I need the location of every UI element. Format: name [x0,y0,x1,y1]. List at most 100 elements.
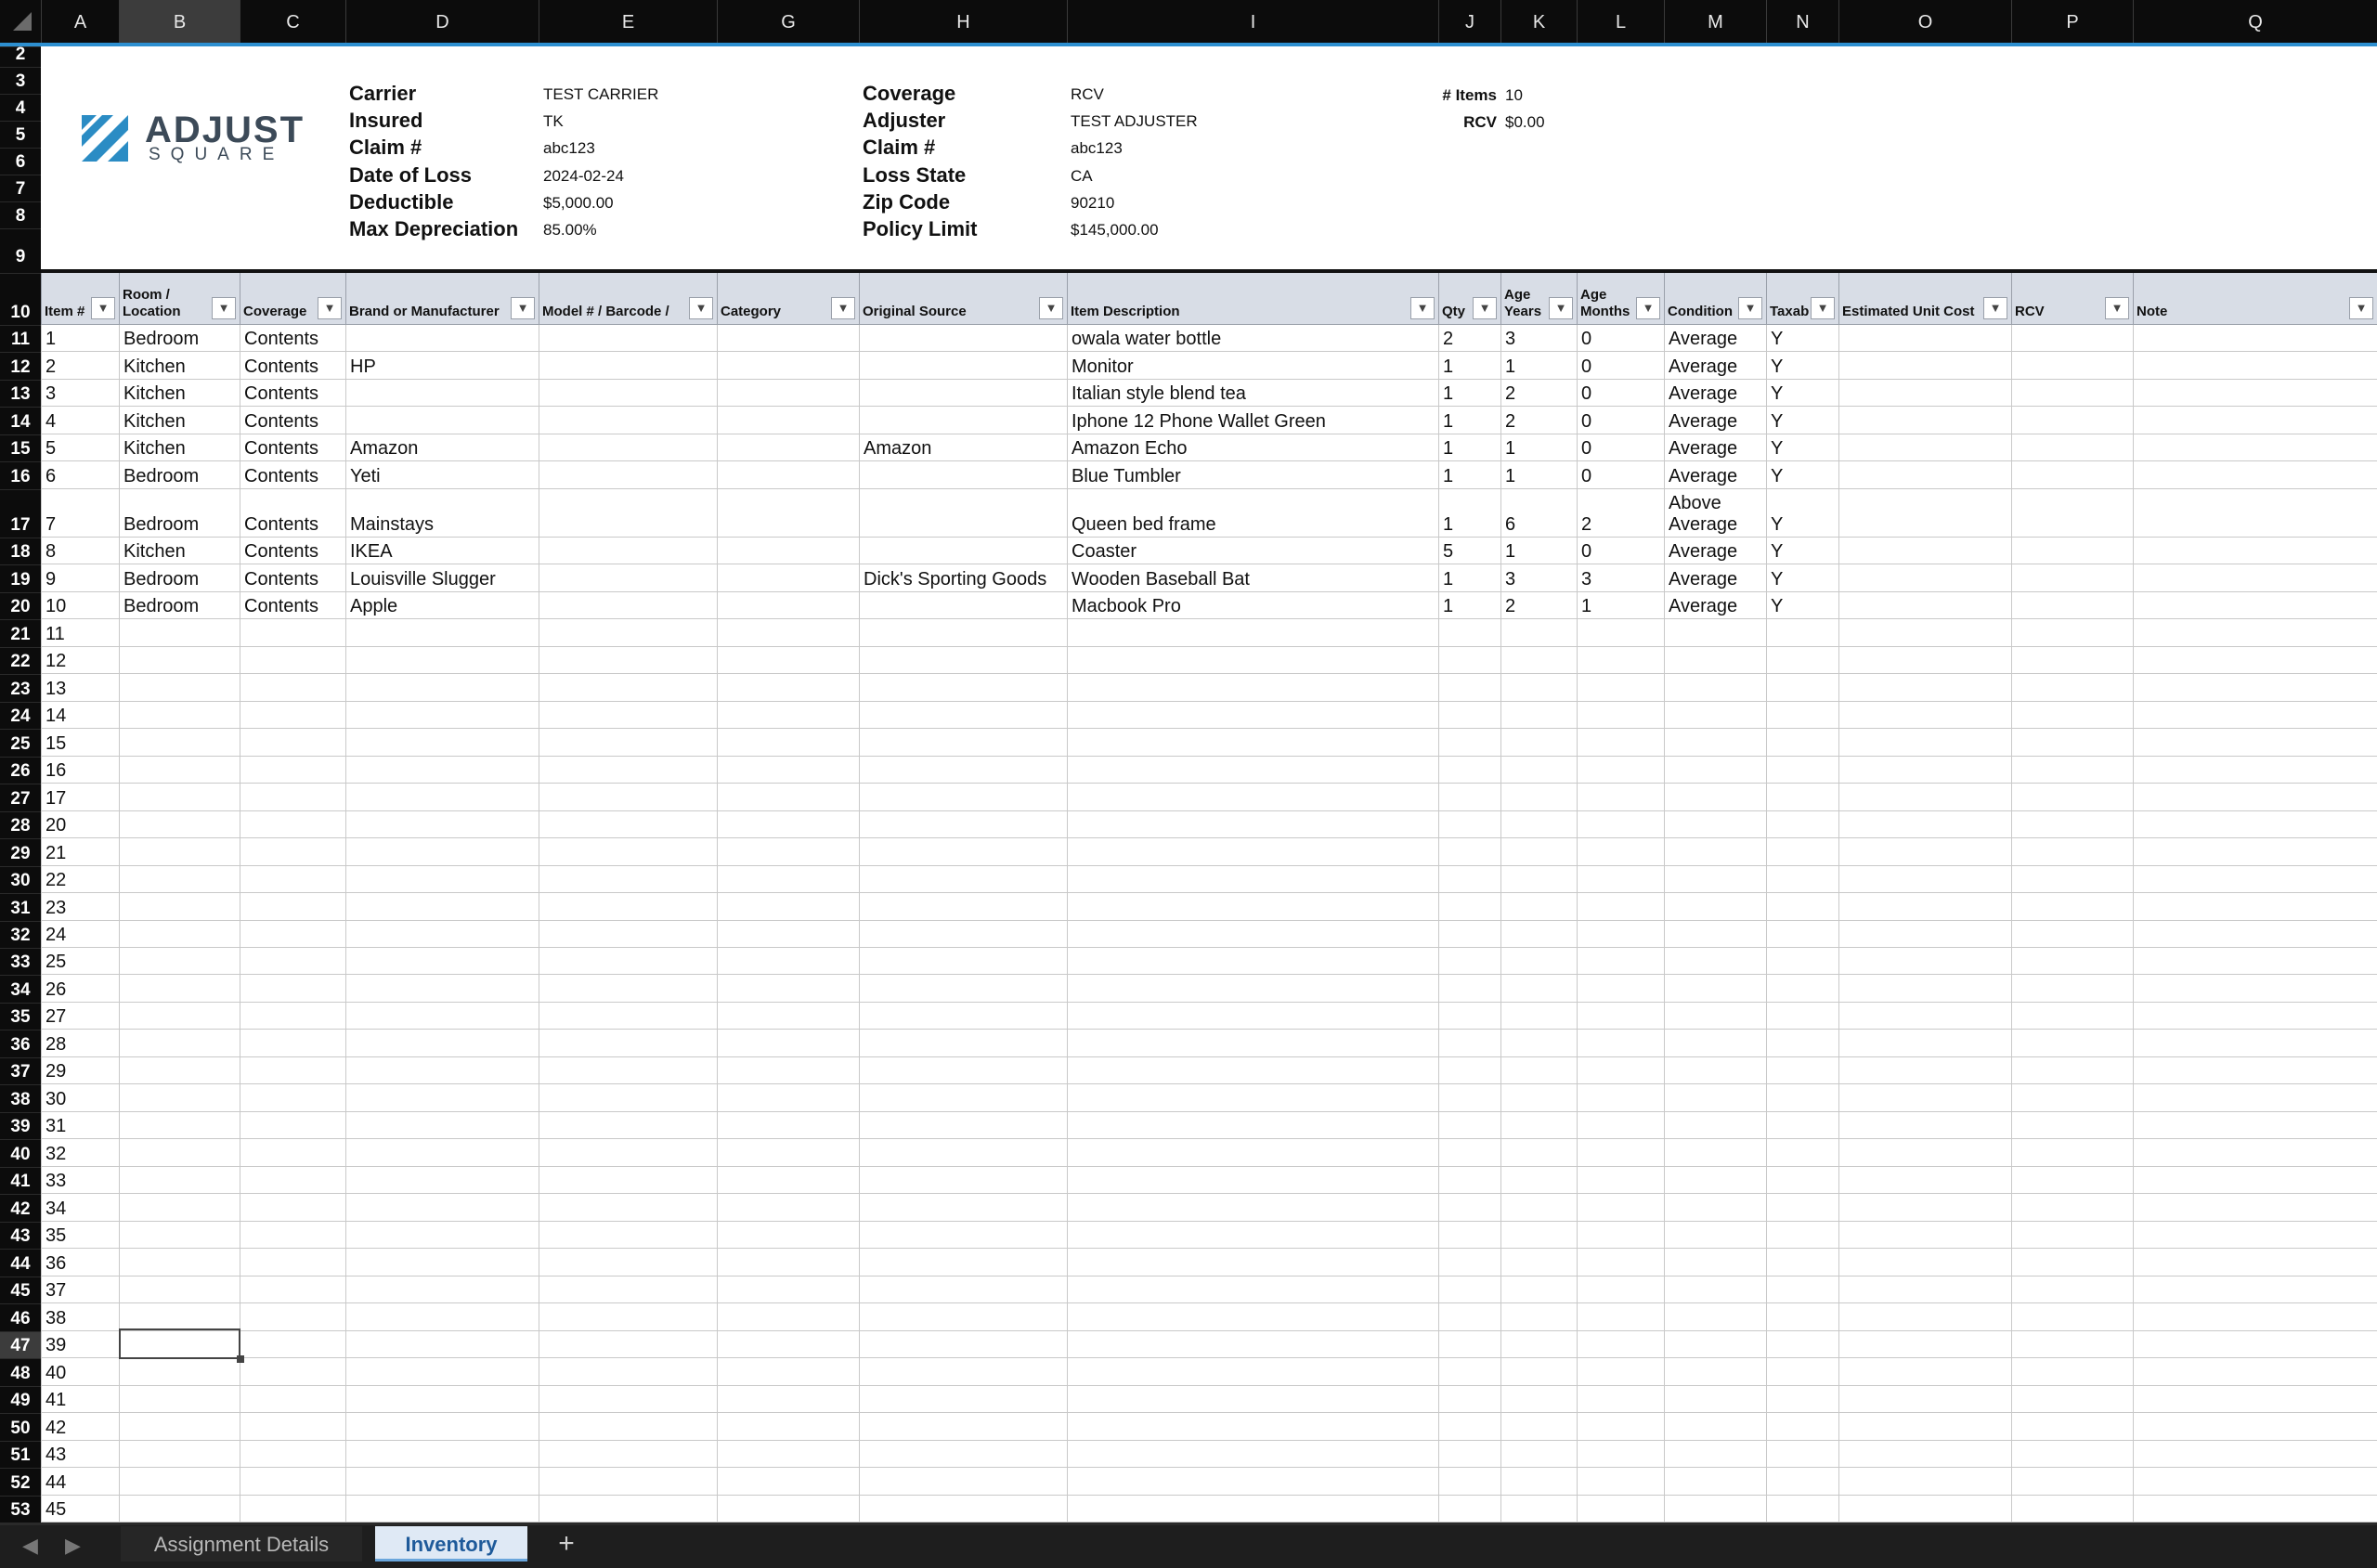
table-cell[interactable]: 44 [41,1468,119,1496]
table-cell[interactable] [1500,893,1577,921]
table-cell[interactable] [345,1030,539,1057]
table-cell[interactable] [2133,701,2377,730]
table-cell[interactable] [2133,1468,2377,1496]
table-cell[interactable] [119,619,240,647]
table-cell[interactable] [1500,865,1577,894]
table-cell[interactable] [1438,1139,1500,1167]
table-cell[interactable] [539,948,717,976]
table-cell[interactable] [1500,1056,1577,1085]
table-cell[interactable] [1838,810,2011,839]
table-cell[interactable] [1500,1030,1577,1057]
table-cell[interactable]: Average [1664,325,1766,353]
table-cell[interactable]: Y [1766,591,1838,620]
table-cell[interactable] [1664,1358,1766,1386]
table-cell[interactable]: 3 [1500,325,1577,353]
table-cell[interactable] [859,1056,1067,1085]
table-cell[interactable]: 1 [1438,461,1500,489]
table-cell[interactable] [240,1166,345,1195]
table-cell[interactable] [1067,893,1438,921]
table-cell[interactable] [717,674,859,702]
table-cell[interactable] [1664,1495,1766,1523]
row-header-2[interactable]: 2 [0,45,41,67]
table-cell[interactable] [2133,1413,2377,1441]
row-header-45[interactable]: 45 [0,1276,41,1303]
table-cell[interactable] [859,1002,1067,1030]
table-cell[interactable]: 0 [1577,407,1664,434]
table-cell[interactable] [1500,1358,1577,1386]
table-cell[interactable]: Kitchen [119,434,240,462]
table-cell[interactable]: 0 [1577,537,1664,565]
table-cell[interactable] [2011,920,2133,948]
table-cell[interactable] [539,893,717,921]
table-cell[interactable]: Above Average [1664,488,1766,538]
row-header-24[interactable]: 24 [0,701,41,729]
table-cell[interactable] [1438,701,1500,730]
table-header-1[interactable]: Room / Location ▼ [119,273,240,325]
table-cell[interactable] [1838,619,2011,647]
table-cell[interactable] [1766,674,1838,702]
table-cell[interactable] [119,1495,240,1523]
table-cell[interactable] [1500,1385,1577,1414]
table-cell[interactable] [717,619,859,647]
table-cell[interactable] [2011,1413,2133,1441]
table-cell[interactable] [345,756,539,784]
table-cell[interactable] [1500,1194,1577,1222]
row-header-50[interactable]: 50 [0,1413,41,1440]
table-cell[interactable] [859,352,1067,380]
table-cell[interactable] [345,810,539,839]
table-cell[interactable]: Average [1664,564,1766,592]
claim-value-right-2[interactable]: abc123 [1071,139,1123,158]
table-cell[interactable] [1067,838,1438,866]
table-cell[interactable] [539,1139,717,1167]
table-cell[interactable] [1838,838,2011,866]
table-cell[interactable] [240,1139,345,1167]
table-cell[interactable] [1664,1194,1766,1222]
table-cell[interactable] [1577,1303,1664,1331]
table-cell[interactable] [717,1002,859,1030]
table-cell[interactable] [1067,1413,1438,1441]
row-header-42[interactable]: 42 [0,1194,41,1221]
table-cell[interactable] [1838,1111,2011,1140]
row-header-30[interactable]: 30 [0,865,41,893]
table-cell[interactable]: 29 [41,1056,119,1085]
table-cell[interactable] [240,1084,345,1112]
table-cell[interactable] [1838,1249,2011,1276]
row-header-37[interactable]: 37 [0,1056,41,1084]
table-cell[interactable] [1766,838,1838,866]
table-cell[interactable] [717,488,859,538]
table-cell[interactable]: 1 [1500,461,1577,489]
table-cell[interactable] [1766,1385,1838,1414]
column-header-o[interactable]: O [1838,0,2011,43]
table-cell[interactable] [717,1468,859,1496]
table-cell[interactable]: 9 [41,564,119,592]
table-cell[interactable]: Kitchen [119,379,240,408]
filter-dropdown-icon[interactable]: ▼ [1738,297,1762,319]
table-cell[interactable] [2011,1056,2133,1085]
table-cell[interactable] [859,1221,1067,1250]
table-cell[interactable] [859,729,1067,757]
table-cell[interactable] [1067,1111,1438,1140]
table-cell[interactable]: 5 [41,434,119,462]
table-cell[interactable]: 1 [1438,564,1500,592]
table-cell[interactable] [1500,1276,1577,1304]
table-cell[interactable]: 0 [1577,352,1664,380]
table-cell[interactable] [1664,1468,1766,1496]
table-cell[interactable]: 0 [1577,434,1664,462]
table-cell[interactable] [1838,1221,2011,1250]
table-cell[interactable]: Macbook Pro [1067,591,1438,620]
table-cell[interactable] [1766,1358,1838,1386]
table-cell[interactable]: 4 [41,407,119,434]
table-cell[interactable]: 5 [1438,537,1500,565]
prev-sheet-icon[interactable]: ◀ [22,1534,38,1558]
table-cell[interactable] [1577,1495,1664,1523]
table-cell[interactable]: 23 [41,893,119,921]
table-header-7[interactable]: Item Description ▼ [1067,273,1438,325]
table-cell[interactable] [1500,1413,1577,1441]
claim-value-right-0[interactable]: RCV [1071,85,1104,104]
filter-dropdown-icon[interactable]: ▼ [1549,297,1573,319]
table-cell[interactable] [1766,1139,1838,1167]
table-header-6[interactable]: Original Source ▼ [859,273,1067,325]
table-cell[interactable] [539,920,717,948]
table-cell[interactable]: Contents [240,564,345,592]
table-cell[interactable] [1838,674,2011,702]
